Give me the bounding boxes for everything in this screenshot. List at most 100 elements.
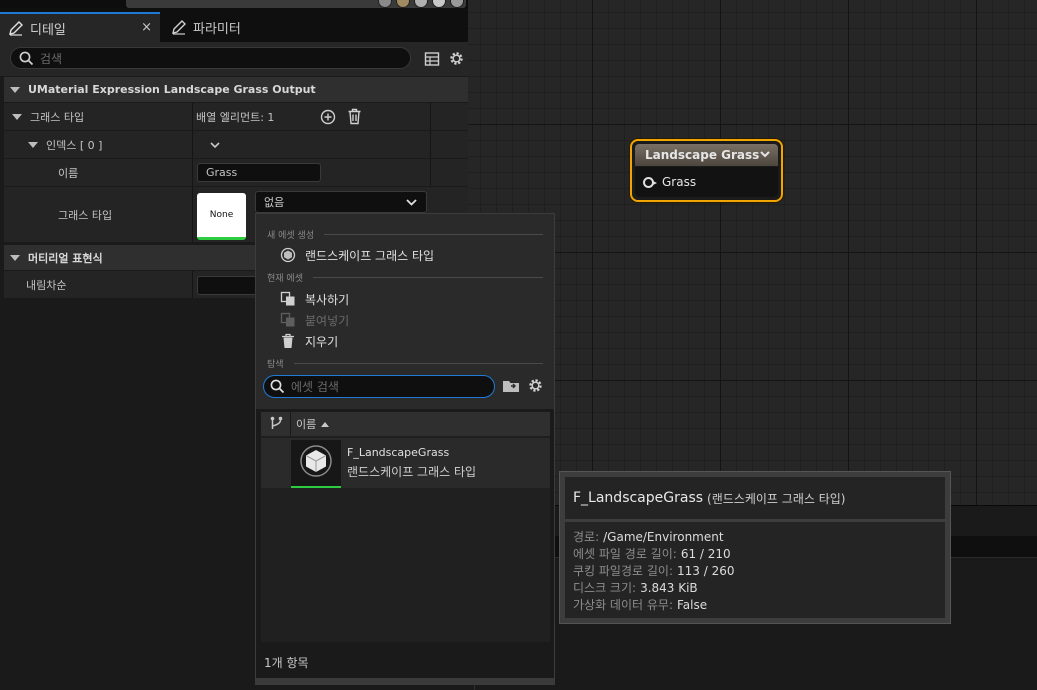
- search-icon: [19, 51, 34, 65]
- cube-icon: [300, 445, 332, 477]
- material-expression-title: 머티리얼 표현식: [28, 251, 103, 265]
- copy-label: 복사하기: [305, 292, 350, 307]
- asset-search-input[interactable]: 에셋 검색: [263, 375, 495, 398]
- asset-picker-combo[interactable]: 없음: [255, 191, 427, 213]
- top-strip: [0, 0, 468, 8]
- tooltip-row: 디스크 크기: 3.843 KiB: [573, 579, 937, 596]
- pencil-icon: [172, 20, 186, 35]
- section-browse: 탐색: [267, 357, 543, 370]
- class-category-header[interactable]: UMaterial Expression Landscape Grass Out…: [4, 77, 468, 103]
- column-name-header[interactable]: 이름: [296, 412, 330, 436]
- section-current-label: 현재 에셋: [267, 273, 303, 284]
- tooltip-key: 경로:: [573, 530, 600, 544]
- details-search-row: 검색: [0, 42, 468, 76]
- desc-field[interactable]: [197, 276, 257, 295]
- column-splitter: [192, 159, 193, 186]
- copy-menu-item[interactable]: 복사하기: [280, 289, 349, 309]
- copy-icon: [280, 291, 295, 306]
- asset-item-type: 랜드스케이프 그래스 타입: [347, 465, 477, 479]
- name-field[interactable]: Grass: [197, 163, 321, 182]
- desc-label: 내림차순: [26, 278, 67, 292]
- tooltip-row: 가상화 데이터 유무: False: [573, 596, 937, 613]
- expand-arrow-icon[interactable]: [10, 86, 20, 93]
- column-splitter: [430, 131, 431, 158]
- tooltip-value: False: [677, 597, 708, 612]
- tooltip-row: 경로:/Game/Environment: [573, 528, 937, 545]
- table-view-icon[interactable]: [424, 51, 440, 67]
- array-elements-value: 배열 엘리먼트: 1: [196, 103, 274, 130]
- grass-type-array-name: 그래스 타입: [8, 103, 84, 130]
- tab-details[interactable]: 디테일 ×: [0, 12, 160, 42]
- branch-icon: [270, 416, 283, 429]
- item-count: 1개 항목: [264, 656, 309, 670]
- asset-item-thumbnail: [291, 440, 341, 488]
- tooltip-key: 에셋 파일 경로 길이:: [573, 547, 677, 561]
- asset-thumbnail[interactable]: None: [197, 193, 246, 240]
- column-splitter: [192, 271, 193, 298]
- tooltip-value: 3.843 KiB: [640, 580, 698, 595]
- browse-folder-icon[interactable]: [502, 378, 520, 394]
- pencil-icon: [9, 21, 23, 36]
- column-splitter: [430, 103, 431, 130]
- asset-list-item[interactable]: F_LandscapeGrass 랜드스케이프 그래스 타입: [261, 438, 550, 488]
- tab-parameters-label: 파라미터: [193, 21, 241, 37]
- class-category-title: UMaterial Expression Landscape Grass Out…: [28, 83, 316, 96]
- create-landscape-grass-type[interactable]: 랜드스케이프 그래스 타입: [280, 245, 434, 265]
- details-search-input[interactable]: 검색: [10, 47, 411, 69]
- trash-icon: [282, 333, 294, 348]
- node-header[interactable]: Landscape Grass: [635, 144, 778, 166]
- branch-column[interactable]: [261, 412, 291, 436]
- index-label: 인덱스 [ 0 ]: [46, 138, 103, 152]
- node-body: Grass: [635, 167, 778, 197]
- trash-icon[interactable]: [347, 108, 362, 125]
- input-pin-icon[interactable]: [643, 176, 657, 188]
- chevron-down-icon[interactable]: [209, 139, 221, 151]
- tooltip-title: F_LandscapeGrass: [573, 490, 704, 506]
- sort-ascending-icon: [321, 421, 330, 427]
- add-element-icon[interactable]: [320, 109, 336, 125]
- asset-item-name: F_LandscapeGrass: [347, 446, 450, 459]
- paste-icon: [280, 312, 295, 327]
- tooltip-key: 디스크 크기:: [573, 581, 637, 595]
- column-splitter: [192, 187, 193, 242]
- menu-actions-area: 새 에셋 생성 랜드스케이프 그래스 타입 현재 에셋 복사하기 붙여넣기 지우…: [256, 214, 554, 409]
- tooltip-row: 에셋 파일 경로 길이: 61 / 210: [573, 545, 937, 562]
- thumbnail-none-text: None: [209, 210, 234, 220]
- clear-label: 지우기: [305, 334, 339, 349]
- column-splitter[interactable]: [192, 103, 193, 130]
- gear-icon[interactable]: [527, 377, 544, 394]
- chevron-down-icon[interactable]: [758, 147, 772, 161]
- landscape-grass-node[interactable]: Landscape Grass Grass: [630, 139, 783, 202]
- column-splitter: [430, 159, 431, 186]
- section-divider: [293, 362, 543, 364]
- name-row: 이름 Grass: [4, 159, 468, 187]
- section-divider: [312, 276, 543, 278]
- tab-details-label: 디테일: [30, 22, 66, 38]
- asset-type-icon: [280, 247, 296, 263]
- section-current-asset: 현재 에셋: [267, 271, 543, 284]
- index-name: 인덱스 [ 0 ]: [26, 131, 102, 158]
- clear-menu-item[interactable]: 지우기: [280, 331, 338, 351]
- chevron-down-icon: [406, 199, 417, 206]
- gear-icon[interactable]: [448, 50, 465, 67]
- tooltip-value: 113 / 260: [677, 563, 735, 578]
- node-pin-label: Grass: [662, 175, 697, 189]
- paste-menu-item[interactable]: 붙여넣기: [280, 310, 349, 330]
- asset-picker-menu: 새 에셋 생성 랜드스케이프 그래스 타입 현재 에셋 복사하기 붙여넣기 지우…: [255, 213, 555, 685]
- tab-parameters[interactable]: 파라미터: [165, 12, 275, 42]
- array-elements-text: 배열 엘리먼트: 1: [196, 110, 275, 124]
- asset-search-placeholder: 에셋 검색: [291, 380, 339, 394]
- tooltip-value: /Game/Environment: [603, 529, 724, 544]
- tooltip-header: F_LandscapeGrass (랜드스케이프 그래스 타입): [565, 477, 945, 519]
- tooltip-key: 가상화 데이터 유무:: [573, 598, 673, 612]
- expand-arrow-icon[interactable]: [12, 113, 22, 120]
- tooltip-type: (랜드스케이프 그래스 타입): [707, 491, 846, 506]
- close-icon[interactable]: ×: [141, 20, 152, 35]
- tooltip-key: 쿠킹 파일경로 길이:: [573, 564, 673, 578]
- node-title: Landscape Grass: [645, 148, 760, 162]
- grass-type-label: 그래스 타입: [30, 110, 85, 124]
- expand-arrow-icon[interactable]: [28, 141, 38, 148]
- search-placeholder: 검색: [40, 51, 63, 66]
- expand-arrow-icon[interactable]: [10, 254, 20, 261]
- index-row: 인덱스 [ 0 ]: [4, 131, 468, 159]
